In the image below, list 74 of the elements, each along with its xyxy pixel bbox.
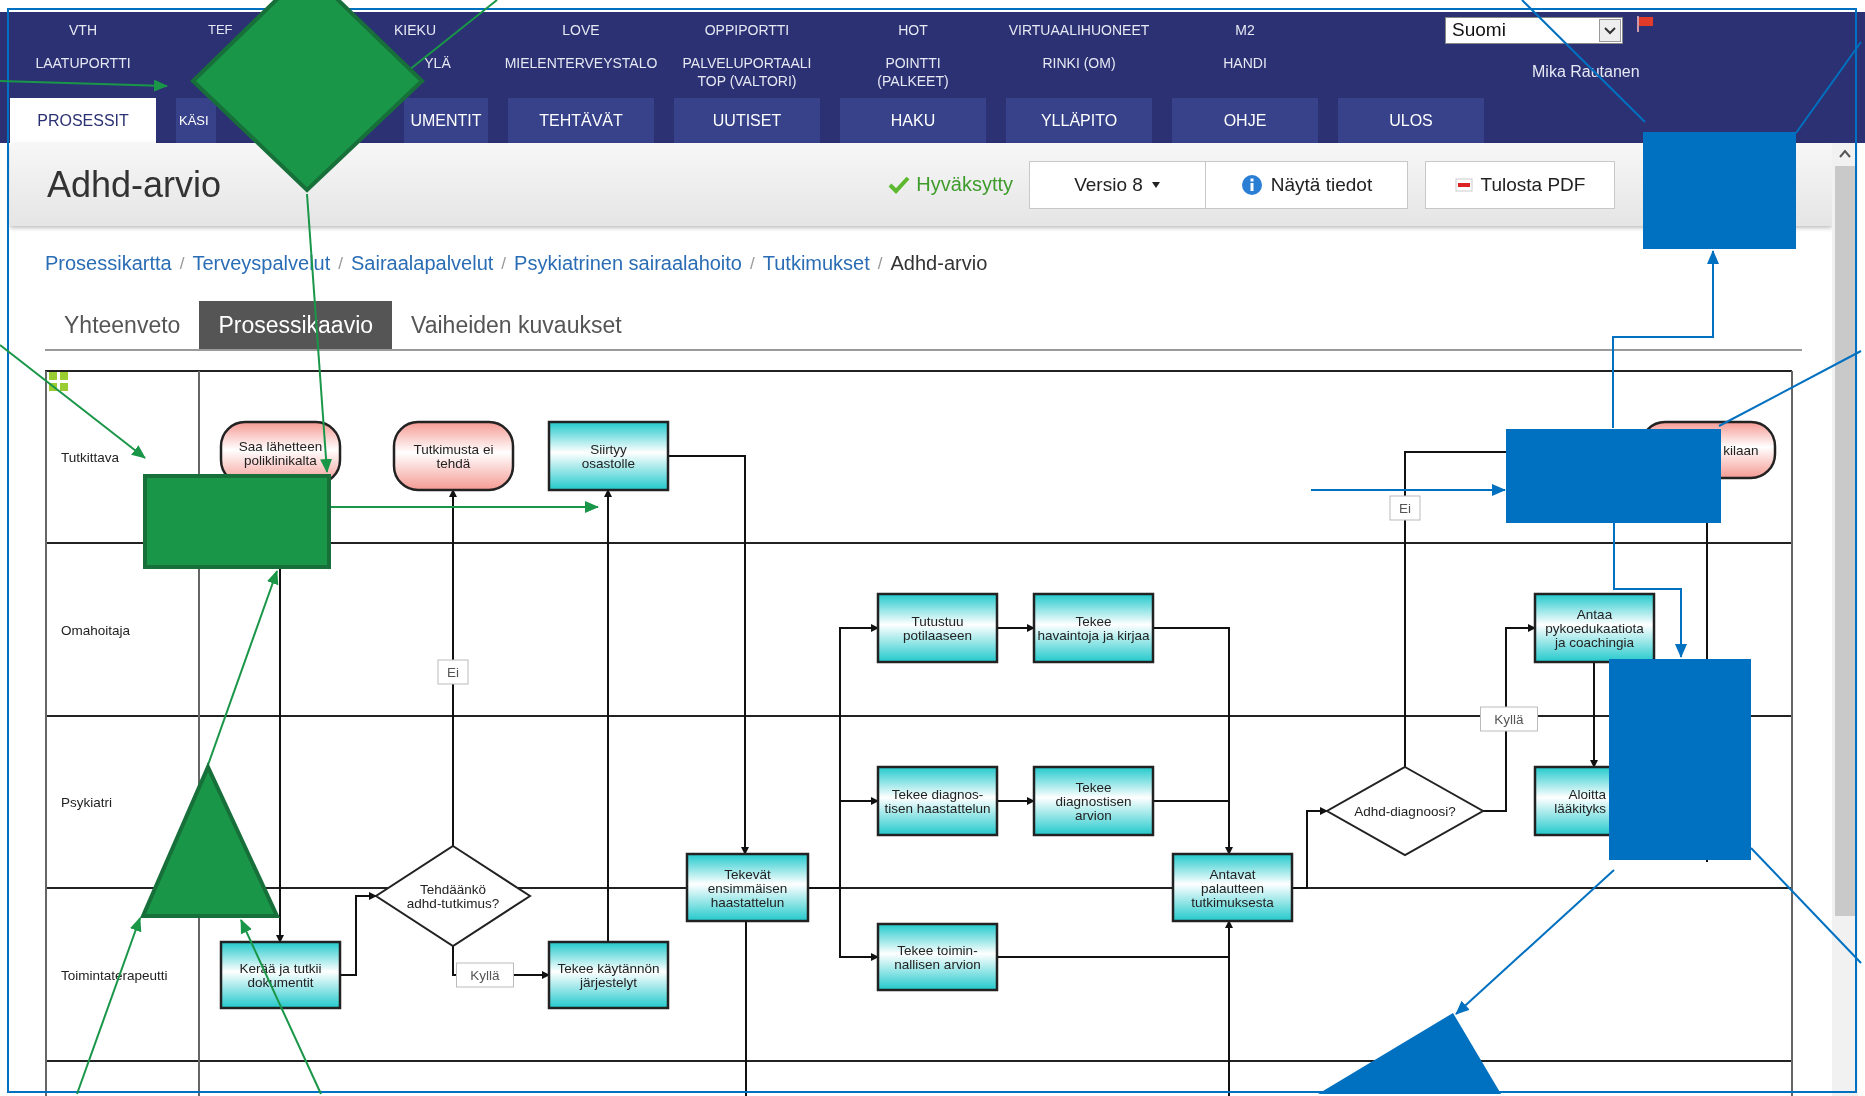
nav-tab[interactable]: UUTISET <box>674 98 820 143</box>
check-icon <box>888 175 911 194</box>
lane-label: Psykiatri <box>61 795 112 810</box>
breadcrumb-link[interactable]: Tutkimukset <box>762 252 870 275</box>
process-step: Tekee käytännön järjestelyt <box>547 940 670 1010</box>
user-name[interactable]: Mika Rautanen <box>1532 62 1640 81</box>
nav-link[interactable]: HANDI <box>1223 53 1267 90</box>
breadcrumb-link[interactable]: Prosessikartta <box>45 252 172 275</box>
details-button[interactable]: Näytä tiedot <box>1206 160 1408 209</box>
breadcrumb-separator: / <box>877 253 883 274</box>
caret-icon <box>1150 180 1161 189</box>
breadcrumb-link[interactable]: Sairaalapalvelut <box>351 252 494 275</box>
nav-tab[interactable]: HAKU <box>840 98 986 143</box>
process-step: Antaa pykoedukaatiota ja coachingia <box>1533 592 1656 664</box>
nav-link[interactable]: MIELENTERVEYSTALO <box>504 53 658 90</box>
nav-tab[interactable]: KÄSI <box>176 98 216 143</box>
edge-label: Kyllä <box>1480 706 1538 732</box>
pdf-icon <box>1454 176 1473 193</box>
process-step: Antavat palautteen tutkimuksesta <box>1171 852 1294 923</box>
nav-link[interactable]: LOVE <box>562 21 600 39</box>
process-step: Tekee diagnostisen arvion <box>1032 765 1155 837</box>
nav-tab[interactable]: ULOS <box>1338 98 1484 143</box>
view-tab[interactable]: Vaiheiden kuvaukset <box>392 301 641 349</box>
view-tab[interactable]: Yhteenveto <box>45 301 200 349</box>
breadcrumb-separator: / <box>501 253 507 274</box>
lane-label: Tutkittava <box>61 450 120 465</box>
process-step: Tekee havaintoja ja kirjaa <box>1032 592 1155 664</box>
version-dropdown[interactable]: Versio 8 <box>1029 160 1206 209</box>
nav-link[interactable]: VTH <box>69 21 97 39</box>
edge-label: Ei <box>437 659 469 685</box>
scrollbar-thumb[interactable] <box>1835 166 1855 916</box>
connector-arrow <box>996 797 1035 805</box>
nav-link[interactable]: RINKI (OM) <box>1042 53 1116 90</box>
info-icon <box>1240 173 1263 196</box>
nav-link[interactable]: PALVELUPORTAALI TOP (VALTORI) <box>682 53 812 90</box>
flag-icon[interactable] <box>1635 14 1655 34</box>
language-select[interactable]: Suomi <box>1445 16 1623 44</box>
process-step: Tekevät ensimmäisen haastattelun <box>685 852 810 923</box>
nav-link[interactable]: KIEKU <box>394 21 436 39</box>
process-step: Siirtyy osastolle <box>547 420 670 492</box>
nav-link[interactable]: OPPIPORTTI <box>704 21 790 39</box>
breadcrumb-separator: / <box>179 253 185 274</box>
breadcrumb-separator: / <box>338 253 344 274</box>
nav-link[interactable]: VIRTUAALIHUONEET <box>1008 21 1150 39</box>
chevron-down-icon <box>1599 18 1621 42</box>
decision-diamond: Tehdäänkö adhd-tutkimus? <box>374 844 532 948</box>
view-tab[interactable]: Prosessikaavio <box>199 301 393 349</box>
nav-tab[interactable]: PROSESSIT <box>10 98 156 143</box>
terminal-node: Tutkimusta ei tehdä <box>392 420 515 492</box>
pdf-button[interactable]: Tulosta PDF <box>1425 160 1615 209</box>
breadcrumb-current: Adhd-arvio <box>890 252 988 275</box>
expand-icon[interactable] <box>49 372 68 391</box>
page-title: Adhd-arvio <box>47 163 222 206</box>
nav-link[interactable]: LAATUPORTTI <box>35 53 131 90</box>
status-label: Hyväksytty <box>916 173 1013 196</box>
lane-label: Omahoitaja <box>61 622 131 638</box>
breadcrumb-link[interactable]: Psykiatrinen sairaalahoito <box>514 252 742 275</box>
nav-link[interactable]: M2 <box>1235 21 1255 39</box>
edge-label: Kyllä <box>456 962 514 988</box>
edge-label: Ei <box>1389 495 1421 521</box>
process-step: Tutustuu potilaaseen <box>876 592 999 664</box>
nav-link[interactable]: POINTTI (PALKEET) <box>877 53 949 90</box>
nav-tab[interactable]: YLLÄPITO <box>1006 98 1152 143</box>
connector-arrow <box>996 624 1035 632</box>
nav-tab[interactable]: OHJE <box>1172 98 1318 143</box>
nav-link[interactable]: YLÄ <box>424 53 451 90</box>
nav-link[interactable]: HOT <box>898 21 928 39</box>
process-step: Tekee diagnos- tisen haastattelun <box>876 765 999 837</box>
nav-tab[interactable]: UMENTIT <box>404 98 488 143</box>
nav-tab[interactable]: TEHTÄVÄT <box>508 98 654 143</box>
decision-diamond: Adhd-diagnoosi? <box>1324 765 1486 857</box>
breadcrumb-separator: / <box>750 253 755 274</box>
process-step: Tekee toimin- nallisen arvion <box>876 922 999 992</box>
nav-link[interactable]: TEF <box>208 21 233 39</box>
